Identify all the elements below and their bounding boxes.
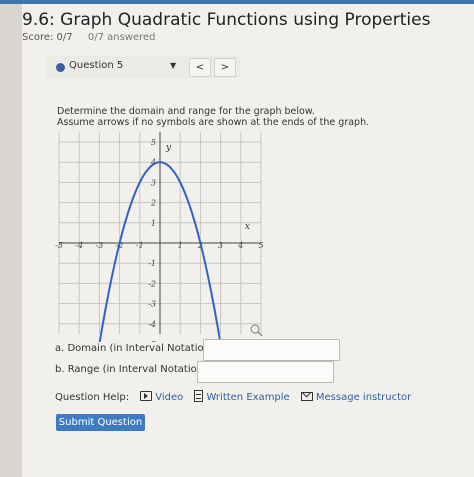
y-tick-label: -1 — [148, 259, 156, 268]
range-label: b. Range (in Interval Notation): — [55, 364, 211, 375]
range-input[interactable] — [197, 361, 334, 383]
x-tick-label: -4 — [75, 241, 83, 250]
prompt-line-2: Assume arrows if no symbols are shown at… — [57, 117, 370, 128]
score-text: Score: 0/7 — [22, 32, 73, 43]
question-navigator: Question 5 ▼ < > — [46, 56, 240, 78]
question-status-dot-icon — [56, 63, 65, 72]
y-tick-label: -4 — [148, 320, 156, 329]
question-help-label: Question Help: — [55, 392, 130, 403]
previous-question-button[interactable]: < — [189, 58, 211, 77]
y-tick-label: 3 — [151, 178, 156, 187]
x-tick-labels: -5 -4 -3 -2 -1 1 2 3 4 5 — [55, 241, 263, 250]
score-line: Score: 0/7 0/7 answered — [22, 32, 156, 43]
y-tick-label: 1 — [151, 219, 156, 228]
x-tick-label: 1 — [178, 241, 183, 250]
y-tick-label: -5 — [148, 340, 156, 342]
video-icon — [140, 391, 153, 401]
y-tick-label: -2 — [148, 279, 156, 288]
chevron-down-icon[interactable]: ▼ — [170, 61, 176, 70]
question-prompt: Determine the domain and range for the g… — [57, 106, 369, 128]
x-axis-label: x — [245, 222, 250, 232]
next-question-button[interactable]: > — [214, 58, 236, 77]
page-title: 9.6: Graph Quadratic Functions using Pro… — [22, 10, 431, 30]
written-example-text: Written Example — [206, 392, 290, 403]
x-tick-label: -3 — [96, 241, 104, 250]
x-tick-label: -1 — [136, 241, 144, 250]
message-instructor-text: Message instructor — [315, 392, 412, 403]
video-link[interactable]: Video — [140, 391, 184, 403]
written-example-link[interactable]: Written Example — [194, 390, 290, 403]
magnify-icon[interactable] — [250, 324, 263, 337]
parabola-graph: -5-4-3-2-112345 54321-1-2-3-4-5 x y — [55, 132, 264, 342]
x-tick-label: 4 — [237, 241, 243, 250]
domain-label: a. Domain (in Interval Notation): — [55, 343, 218, 354]
video-link-text: Video — [155, 392, 184, 403]
y-axis-label: y — [165, 143, 172, 153]
document-icon — [194, 390, 204, 402]
question-label[interactable]: Question 5 — [69, 60, 123, 71]
mail-icon — [300, 392, 313, 401]
x-tick-label: -5 — [55, 241, 63, 250]
y-tick-label: -3 — [148, 300, 156, 309]
submit-question-button[interactable]: Submit Question — [56, 414, 145, 431]
message-instructor-link[interactable]: Message instructor — [300, 392, 412, 403]
y-tick-label: 2 — [150, 199, 156, 208]
x-tick-label: 3 — [218, 241, 223, 250]
answered-count: 0/7 answered — [87, 32, 156, 43]
domain-input[interactable] — [203, 339, 340, 361]
x-tick-label: 5 — [258, 241, 263, 250]
question-help: Question Help: Video Written Example Mes… — [55, 390, 411, 403]
y-tick-label: 5 — [151, 138, 156, 147]
prompt-line-1: Determine the domain and range for the g… — [57, 106, 315, 117]
